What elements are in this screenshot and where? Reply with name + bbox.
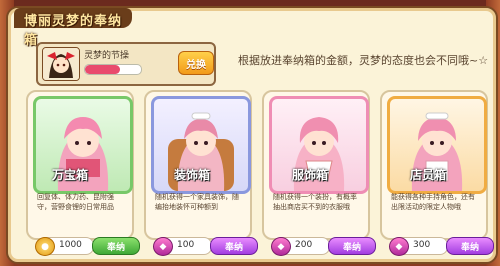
coin-icon: ● bbox=[35, 237, 55, 256]
gem-icon: ◆ bbox=[271, 237, 291, 256]
owner-name: 灵梦的节操 bbox=[84, 51, 130, 61]
offer-button-wanbao[interactable]: 奉纳 bbox=[92, 237, 140, 255]
offer-button-staff[interactable]: 奉纳 bbox=[446, 237, 494, 255]
reimu-avatar bbox=[42, 47, 80, 81]
price-pill: ◆ 100 bbox=[153, 237, 212, 256]
card-description: 随机获得一个装扮，有概率抽出商店买不到的衣服哦 bbox=[273, 193, 357, 211]
hint-text: 根据放进奉纳箱的金额，灵梦的态度也会不同哦~☆ bbox=[238, 54, 489, 67]
card-name: 装饰箱 bbox=[174, 168, 211, 182]
swap-button[interactable]: 兑换 bbox=[178, 51, 214, 75]
title-tab: 博丽灵梦的奉纳箱 bbox=[14, 8, 132, 48]
card-description: 随机获得一个家具装饰，随编抬地装怀可种额到 bbox=[155, 193, 239, 211]
card-name: 服饰箱 bbox=[292, 168, 329, 182]
affection-bar-fill bbox=[85, 65, 120, 74]
card-description: 能获得各种手持角色，还有出限活动的限定人物哦 bbox=[391, 193, 475, 211]
price-value: 1000 bbox=[59, 240, 82, 250]
card-decoration[interactable]: 装饰箱 随机获得一个家具装饰，随编抬地装怀可种额到 bbox=[144, 90, 252, 240]
gem-icon: ◆ bbox=[389, 237, 409, 256]
card-name: 万宝箱 bbox=[52, 168, 89, 182]
owner-box: 灵梦的节操 兑换 bbox=[36, 42, 216, 86]
price-pill: ◆ 200 bbox=[271, 237, 330, 256]
price-value: 100 bbox=[177, 240, 195, 250]
card-clothing[interactable]: 服饰箱 随机获得一个装扮，有概率抽出商店买不到的衣服哦 bbox=[262, 90, 370, 240]
price-value: 300 bbox=[413, 240, 431, 250]
card-description: 回复体、体力药、昆附强守，营野食锂的日常用品 bbox=[37, 193, 114, 211]
card-staff[interactable]: 店员箱 能获得各种手持角色，还有出限活动的限定人物哦 bbox=[380, 90, 488, 240]
offer-button-decoration[interactable]: 奉纳 bbox=[210, 237, 258, 255]
price-value: 200 bbox=[295, 240, 313, 250]
offer-button-clothing[interactable]: 奉纳 bbox=[328, 237, 376, 255]
offering-box-panel: 博丽灵梦的奉纳箱 灵梦的节操 兑换 根据放进奉纳箱的金额，灵梦的态度也会不同哦~… bbox=[6, 6, 498, 264]
price-pill: ◆ 300 bbox=[389, 237, 448, 256]
affection-bar bbox=[84, 64, 142, 75]
price-pill: ● 1000 bbox=[35, 237, 94, 256]
card-wanbao[interactable]: 万宝箱 回复体、体力药、昆附强守，营野食锂的日常用品 bbox=[26, 90, 134, 240]
card-name: 店员箱 bbox=[410, 168, 447, 182]
gem-icon: ◆ bbox=[153, 237, 173, 256]
